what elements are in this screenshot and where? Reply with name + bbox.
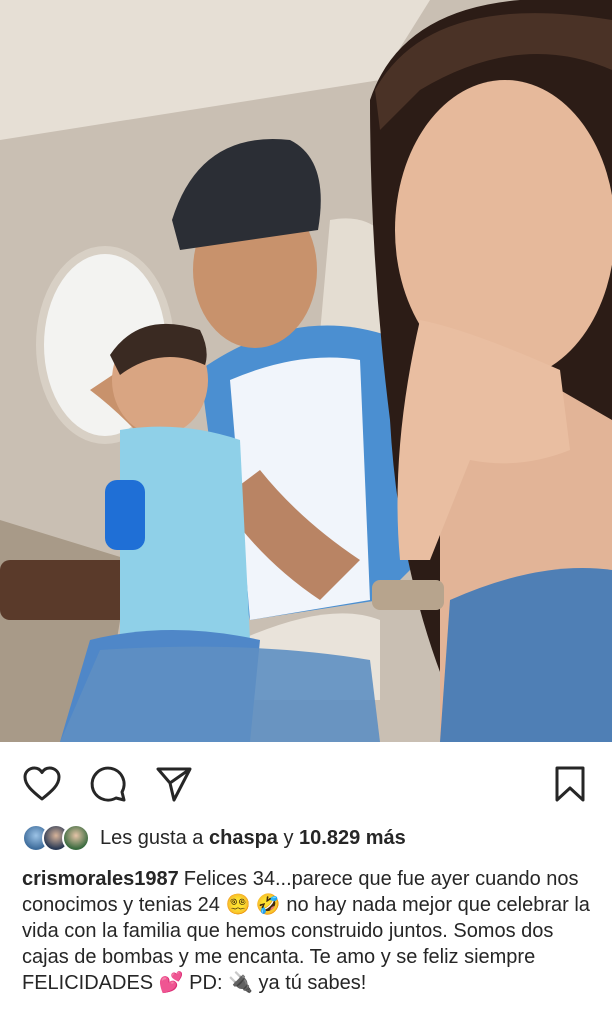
heart-icon bbox=[23, 766, 61, 801]
bookmark-icon bbox=[555, 766, 585, 802]
likes-joiner: y bbox=[283, 826, 294, 849]
send-icon bbox=[156, 767, 192, 802]
post-action-bar bbox=[0, 742, 612, 820]
like-button[interactable] bbox=[20, 762, 64, 806]
post-photo[interactable] bbox=[0, 0, 612, 742]
likes-count[interactable]: 10.829 más bbox=[299, 827, 406, 850]
save-button[interactable] bbox=[548, 762, 592, 806]
likes-prefix: Les gusta a bbox=[100, 826, 204, 849]
comment-button[interactable] bbox=[86, 762, 130, 806]
caption-username[interactable]: crismorales1987 bbox=[22, 868, 179, 890]
liker-username[interactable]: chaspa bbox=[209, 827, 278, 850]
likes-summary[interactable]: Les gusta a chaspa y 10.829 más bbox=[22, 822, 406, 854]
liker-avatars bbox=[22, 824, 90, 852]
comment-icon bbox=[90, 766, 126, 802]
post-caption: crismorales1987 Felices 34...parece que f… bbox=[22, 866, 592, 996]
avatar bbox=[62, 824, 90, 852]
photo-illustration bbox=[0, 0, 612, 742]
share-button[interactable] bbox=[152, 762, 196, 806]
